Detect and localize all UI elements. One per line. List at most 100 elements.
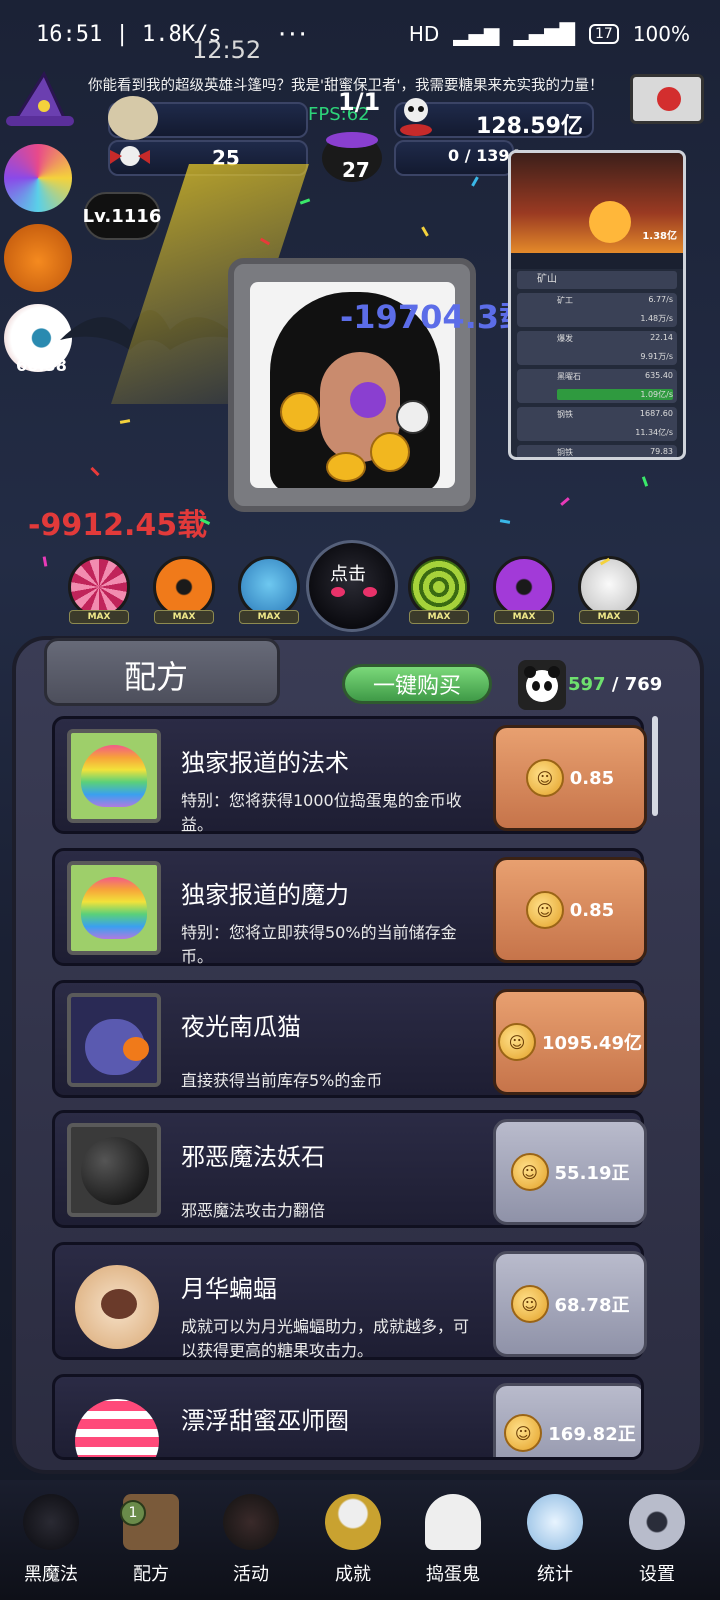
mini-row: 铜铁 79.83 [517, 445, 677, 457]
purple-spider-upgrade-button[interactable] [493, 556, 555, 618]
witch-hat-icon[interactable] [4, 70, 76, 130]
wave-counter: 1/1 [338, 88, 381, 116]
recipe-card[interactable]: 月华蝙蝠 成就可以为月光蝙蝠助力，成就越多，可以获得更高的糖果攻击力。 ☺ 68… [52, 1242, 647, 1360]
zombie-upgrade-button[interactable] [238, 556, 300, 618]
panel-title: 配方 [124, 658, 189, 696]
skull-upgrade-button[interactable] [578, 556, 640, 618]
recipe-desc: 特别：您将获得1000位捣蛋鬼的金币收益。 [181, 791, 462, 834]
status-bar: 16:51 | 1.8K/s HD ▂▄▆ ▂▄▆█ 17 100% [0, 0, 720, 70]
recipe-desc: 邪恶魔法攻击力翻倍 [181, 1201, 326, 1220]
moon-bat-icon [67, 1255, 161, 1349]
candy-ring-icon [67, 1387, 161, 1457]
ghost-icon [425, 1494, 481, 1550]
candy-upgrade-button[interactable] [68, 556, 130, 618]
more-menu-button[interactable]: ··· [278, 20, 309, 50]
max-label: MAX [239, 610, 299, 624]
nav-label: 成就 [335, 1564, 371, 1585]
battery-icon: 17 [588, 24, 619, 44]
recipe-desc: 成就可以为月光蝙蝠助力，成就越多，可以获得更高的糖果攻击力。 [181, 1317, 470, 1360]
buy-button[interactable]: ☺ 169.82正 [493, 1383, 641, 1457]
mini-row: 矿工 6.77/s 1.48万/s [517, 293, 677, 327]
buy-button[interactable]: ☺ 55.19正 [493, 1119, 647, 1225]
price-label: 68.78正 [554, 1295, 630, 1316]
price-label: 0.85 [569, 767, 615, 789]
pumpkin-coin-icon: ☺ [525, 759, 564, 797]
price-label: 55.19正 [554, 1163, 630, 1184]
nav-label: 统计 [537, 1564, 573, 1585]
wifi-icon: ▂▄▆█ [513, 22, 575, 46]
spider-upgrade-button[interactable] [153, 556, 215, 618]
buy-button[interactable]: ☺ 1095.49亿 [493, 989, 647, 1095]
recipe-title: 邪恶魔法妖石 [181, 1143, 325, 1171]
rainbow-jelly-icon [67, 861, 161, 955]
nav-settings[interactable]: 设置 [612, 1490, 702, 1594]
price-label: 0.85 [569, 899, 615, 921]
status-icons: HD ▂▄▆ ▂▄▆█ 17 100% [409, 22, 690, 46]
recipe-title: 漂浮甜蜜巫师圈 [181, 1407, 349, 1435]
recipe-card[interactable]: 独家报道的魔力 特别：您将立即获得50%的当前储存金币。 ☺ 0.85 [52, 848, 647, 966]
max-label: MAX [409, 610, 469, 624]
recipe-card[interactable]: 漂浮甜蜜巫师圈 ☺ 169.82正 [52, 1374, 644, 1460]
recipe-title: 月华蝙蝠 [181, 1275, 277, 1303]
max-label: MAX [579, 610, 639, 624]
nav-label: 黑魔法 [24, 1564, 78, 1585]
nav-badge: 1 [120, 1500, 146, 1526]
mini-window-header: 1.38亿 [511, 153, 683, 253]
buy-button[interactable]: ☺ 0.85 [493, 857, 647, 963]
max-label: MAX [69, 610, 129, 624]
nav-achievements[interactable]: 成就 [308, 1490, 398, 1594]
nav-label: 活动 [233, 1564, 269, 1585]
recipe-card[interactable]: 邪恶魔法妖石 邪恶魔法攻击力翻倍 ☺ 55.19正 [52, 1110, 647, 1228]
swirl-candy-icon[interactable] [4, 144, 72, 212]
recipe-desc: 直接获得当前库存5%的金币 [181, 1071, 383, 1090]
pumpkin-coin-icon: ☺ [525, 891, 564, 929]
recipe-counter: 597 / 769 [568, 674, 663, 695]
battery-percent: 100% [632, 22, 690, 46]
pumpkin-cat-icon [67, 993, 161, 1087]
panel-scrollbar[interactable] [652, 716, 658, 816]
mini-tab[interactable]: 矿山 [517, 271, 677, 289]
recipe-card[interactable]: 夜光南瓜猫 直接获得当前库存5%的金币 ☺ 1095.49亿 [52, 980, 647, 1098]
pumpkin-coin-icon: ☺ [498, 1023, 536, 1061]
event-cauldron-icon [223, 1494, 279, 1550]
recipe-title: 独家报道的法术 [181, 749, 349, 777]
click-attack-button[interactable] [306, 540, 398, 632]
panda-icon [518, 660, 566, 710]
mini-row: 爆发 22.14 9.91万/s [517, 331, 677, 365]
signal-icon: ▂▄▆ [453, 22, 500, 46]
nav-label: 配方 [133, 1564, 169, 1585]
mini-row: 钢铁 1687.60 11.34亿/s [517, 407, 677, 441]
price-label: 169.82正 [548, 1424, 636, 1445]
max-label: MAX [154, 610, 214, 624]
max-label: MAX [494, 610, 554, 624]
nav-label: 设置 [639, 1564, 675, 1585]
recipe-card[interactable]: 独家报道的法术 特别：您将获得1000位捣蛋鬼的金币收益。 ☺ 0.85 [52, 716, 647, 834]
pumpkin-coin-icon: ☺ [510, 1285, 549, 1323]
rainbow-jelly-icon [67, 729, 161, 823]
buy-button[interactable]: ☺ 0.85 [493, 725, 647, 831]
trophy-skull-icon [325, 1494, 381, 1550]
level-badge: Lv.1116 [83, 192, 161, 240]
nav-recipe[interactable]: 1 配方 [106, 1490, 196, 1594]
nav-tricksters[interactable]: 捣蛋鬼 [408, 1490, 498, 1594]
buy-all-button[interactable]: 一键购买 [342, 664, 492, 704]
swirl-upgrade-button[interactable] [408, 556, 470, 618]
pumpkin-coin-icon: ☺ [510, 1153, 549, 1191]
pumpkin-coin-icon: ☺ [504, 1414, 543, 1452]
recipe-title: 独家报道的魔力 [181, 881, 349, 909]
nav-stats[interactable]: 统计 [510, 1490, 600, 1594]
nav-events[interactable]: 活动 [206, 1490, 296, 1594]
mail-button[interactable] [630, 74, 704, 124]
hd-icon: HD [408, 22, 440, 46]
black-stone-icon [67, 1123, 161, 1217]
pumpkin-icon[interactable] [4, 224, 72, 292]
recipe-desc: 特别：您将立即获得50%的当前储存金币。 [181, 923, 457, 966]
nav-label: 捣蛋鬼 [426, 1564, 480, 1585]
buy-button[interactable]: ☺ 68.78正 [493, 1251, 647, 1357]
gold-amount: 128.59亿 [476, 114, 583, 139]
overlay-clock: 12:52 [192, 36, 262, 64]
floating-mini-window[interactable]: 1.38亿 矿山 矿工 6.77/s 1.48万/s 爆发 22.14 9.91万/s … [508, 150, 686, 460]
nav-black-magic[interactable]: 黑魔法 [6, 1490, 96, 1594]
seal-icon [657, 87, 681, 111]
crystal-ball-icon [527, 1494, 583, 1550]
